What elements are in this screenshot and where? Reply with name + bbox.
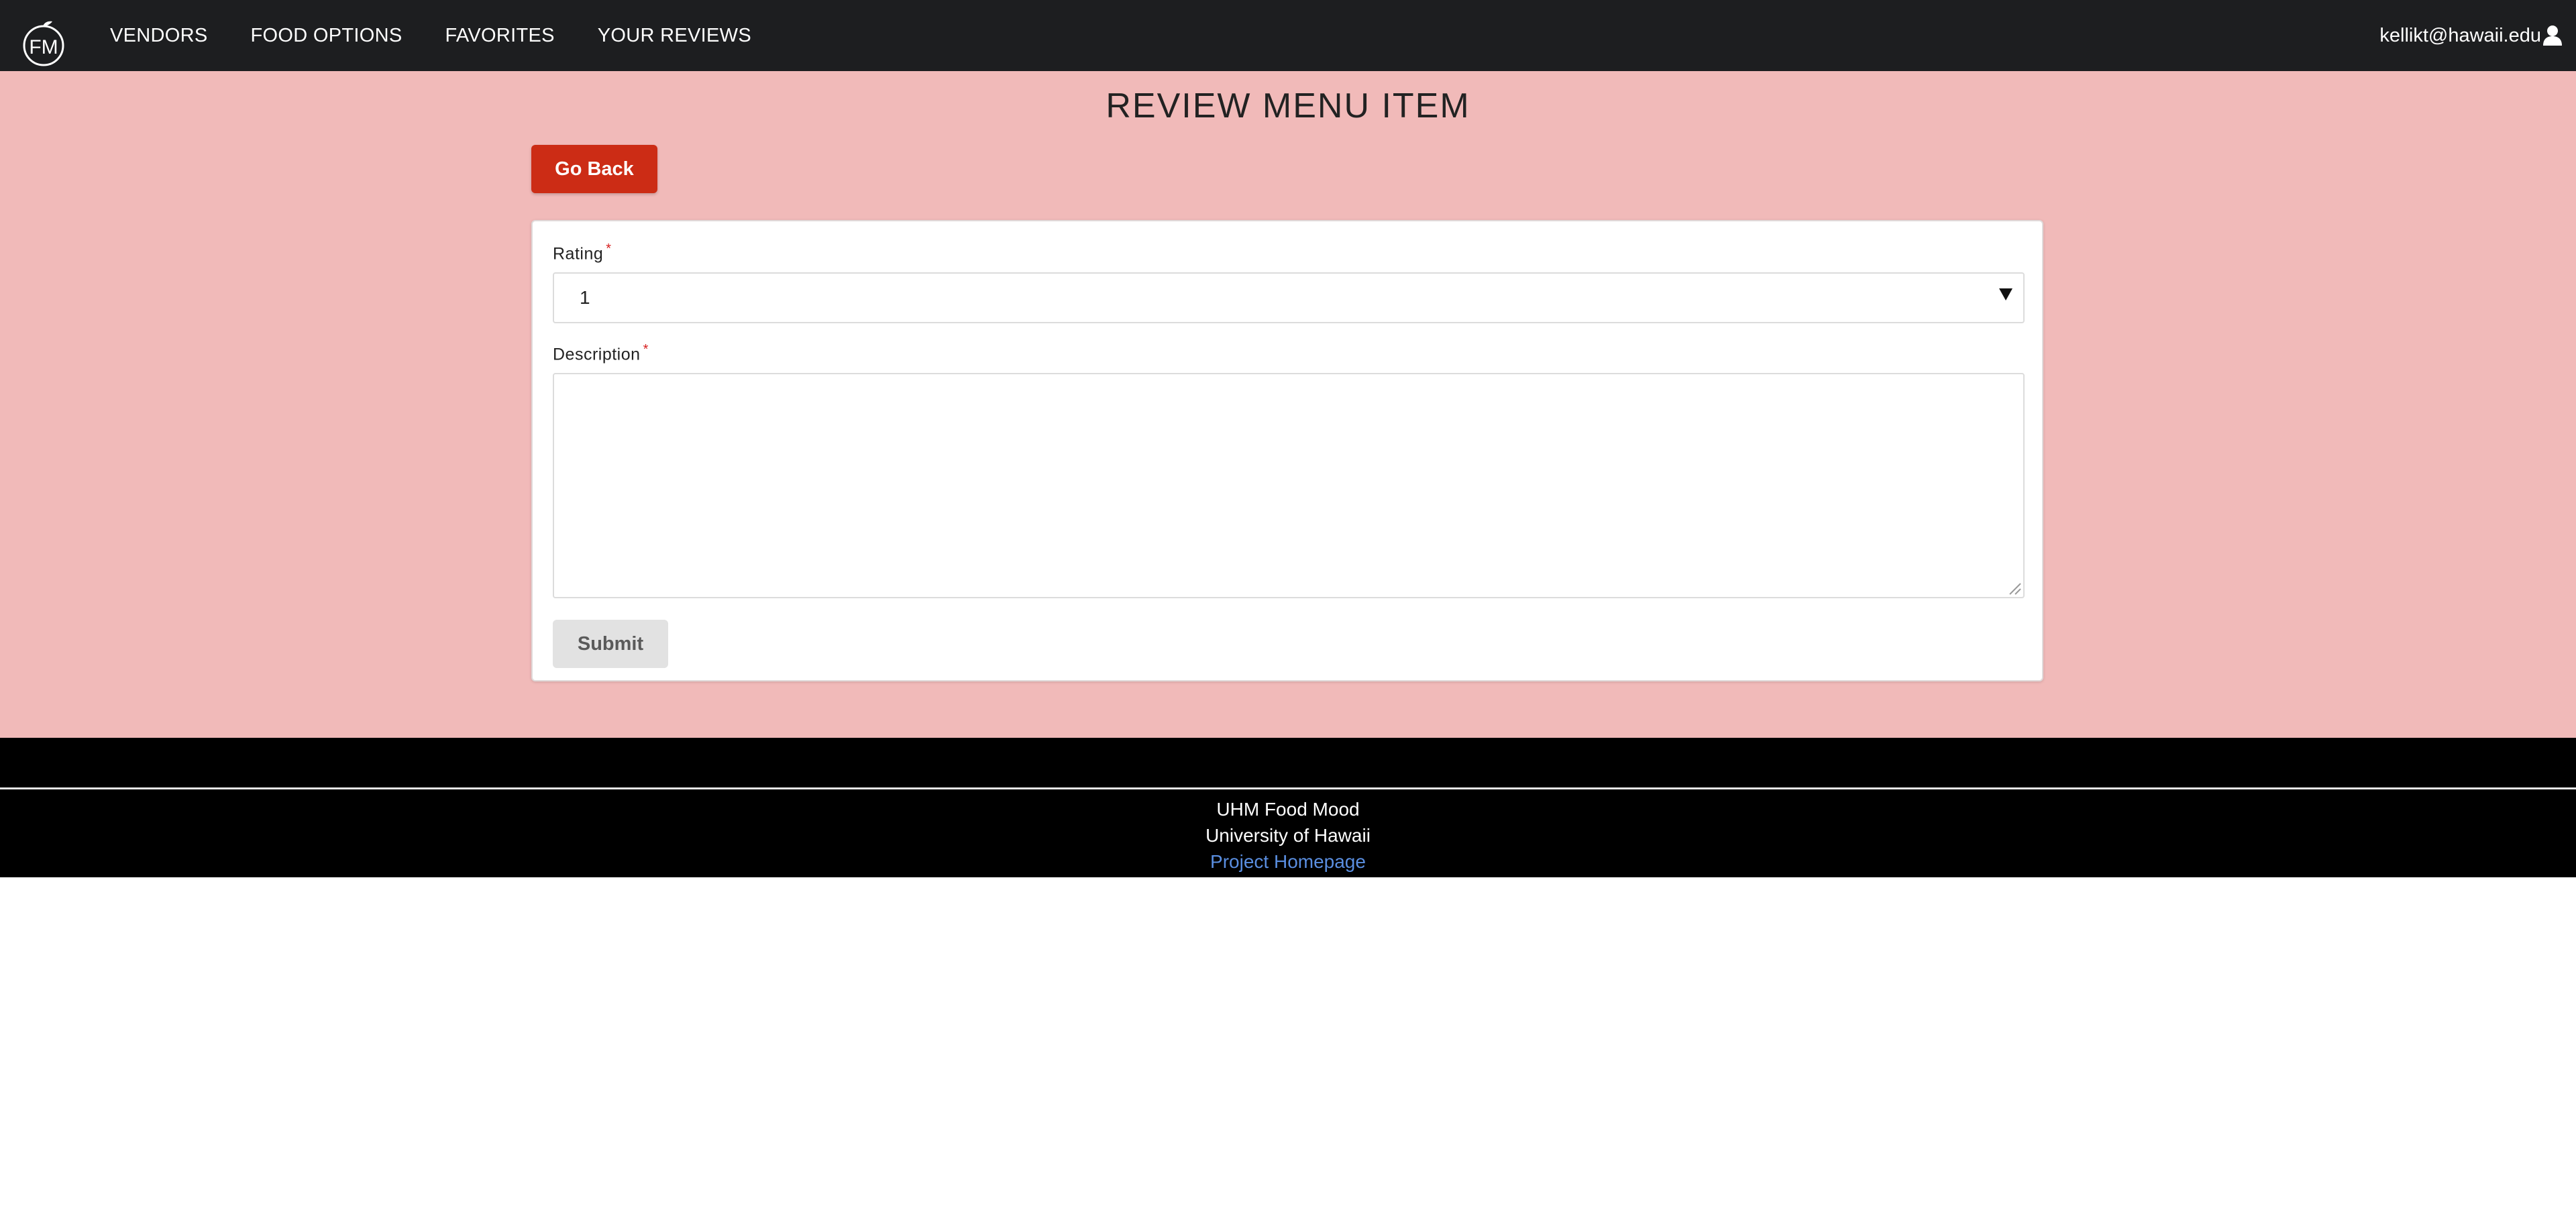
- user-icon[interactable]: [2542, 25, 2563, 46]
- description-label: Description *: [553, 342, 649, 364]
- description-label-text: Description: [553, 345, 641, 364]
- main-content: REVIEW MENU ITEM Go Back Rating * 1 Descr…: [0, 71, 2576, 738]
- rating-select[interactable]: 1: [553, 272, 2025, 323]
- submit-button[interactable]: Submit: [553, 620, 668, 668]
- resize-grip-icon[interactable]: [2007, 581, 2022, 596]
- nav-food-options[interactable]: FOOD OPTIONS: [251, 25, 402, 47]
- chevron-down-icon: [1999, 288, 2012, 300]
- description-textarea[interactable]: [553, 373, 2025, 598]
- page-title: REVIEW MENU ITEM: [1106, 87, 1470, 125]
- nav-favorites[interactable]: FAVORITES: [445, 25, 554, 47]
- footer-university: University of Hawaii: [1205, 825, 1371, 846]
- food-mood-logo-icon[interactable]: FM: [20, 20, 67, 67]
- rating-label: Rating *: [553, 241, 612, 264]
- required-marker: *: [606, 241, 612, 256]
- review-form: Rating * 1 Description * Submit: [531, 220, 2043, 681]
- rating-label-text: Rating: [553, 244, 604, 264]
- nav-vendors[interactable]: VENDORS: [110, 25, 208, 47]
- rating-select-value: 1: [580, 287, 590, 308]
- top-navbar: FM VENDORS FOOD OPTIONS FAVORITES YOUR R…: [0, 0, 2576, 71]
- nav-links: VENDORS FOOD OPTIONS FAVORITES YOUR REVI…: [110, 0, 794, 71]
- user-email[interactable]: kellikt@hawaii.edu: [2379, 25, 2541, 47]
- nav-your-reviews[interactable]: YOUR REVIEWS: [598, 25, 751, 47]
- logo-text: FM: [29, 36, 58, 58]
- footer-band: [0, 738, 2576, 787]
- go-back-button[interactable]: Go Back: [531, 145, 657, 193]
- user-menu[interactable]: kellikt@hawaii.edu: [2379, 0, 2563, 71]
- footer-app-name: UHM Food Mood: [1216, 799, 1360, 820]
- project-homepage-link[interactable]: Project Homepage: [1210, 851, 1366, 872]
- footer: UHM Food Mood University of Hawaii Proje…: [0, 789, 2576, 877]
- required-marker: *: [643, 342, 649, 357]
